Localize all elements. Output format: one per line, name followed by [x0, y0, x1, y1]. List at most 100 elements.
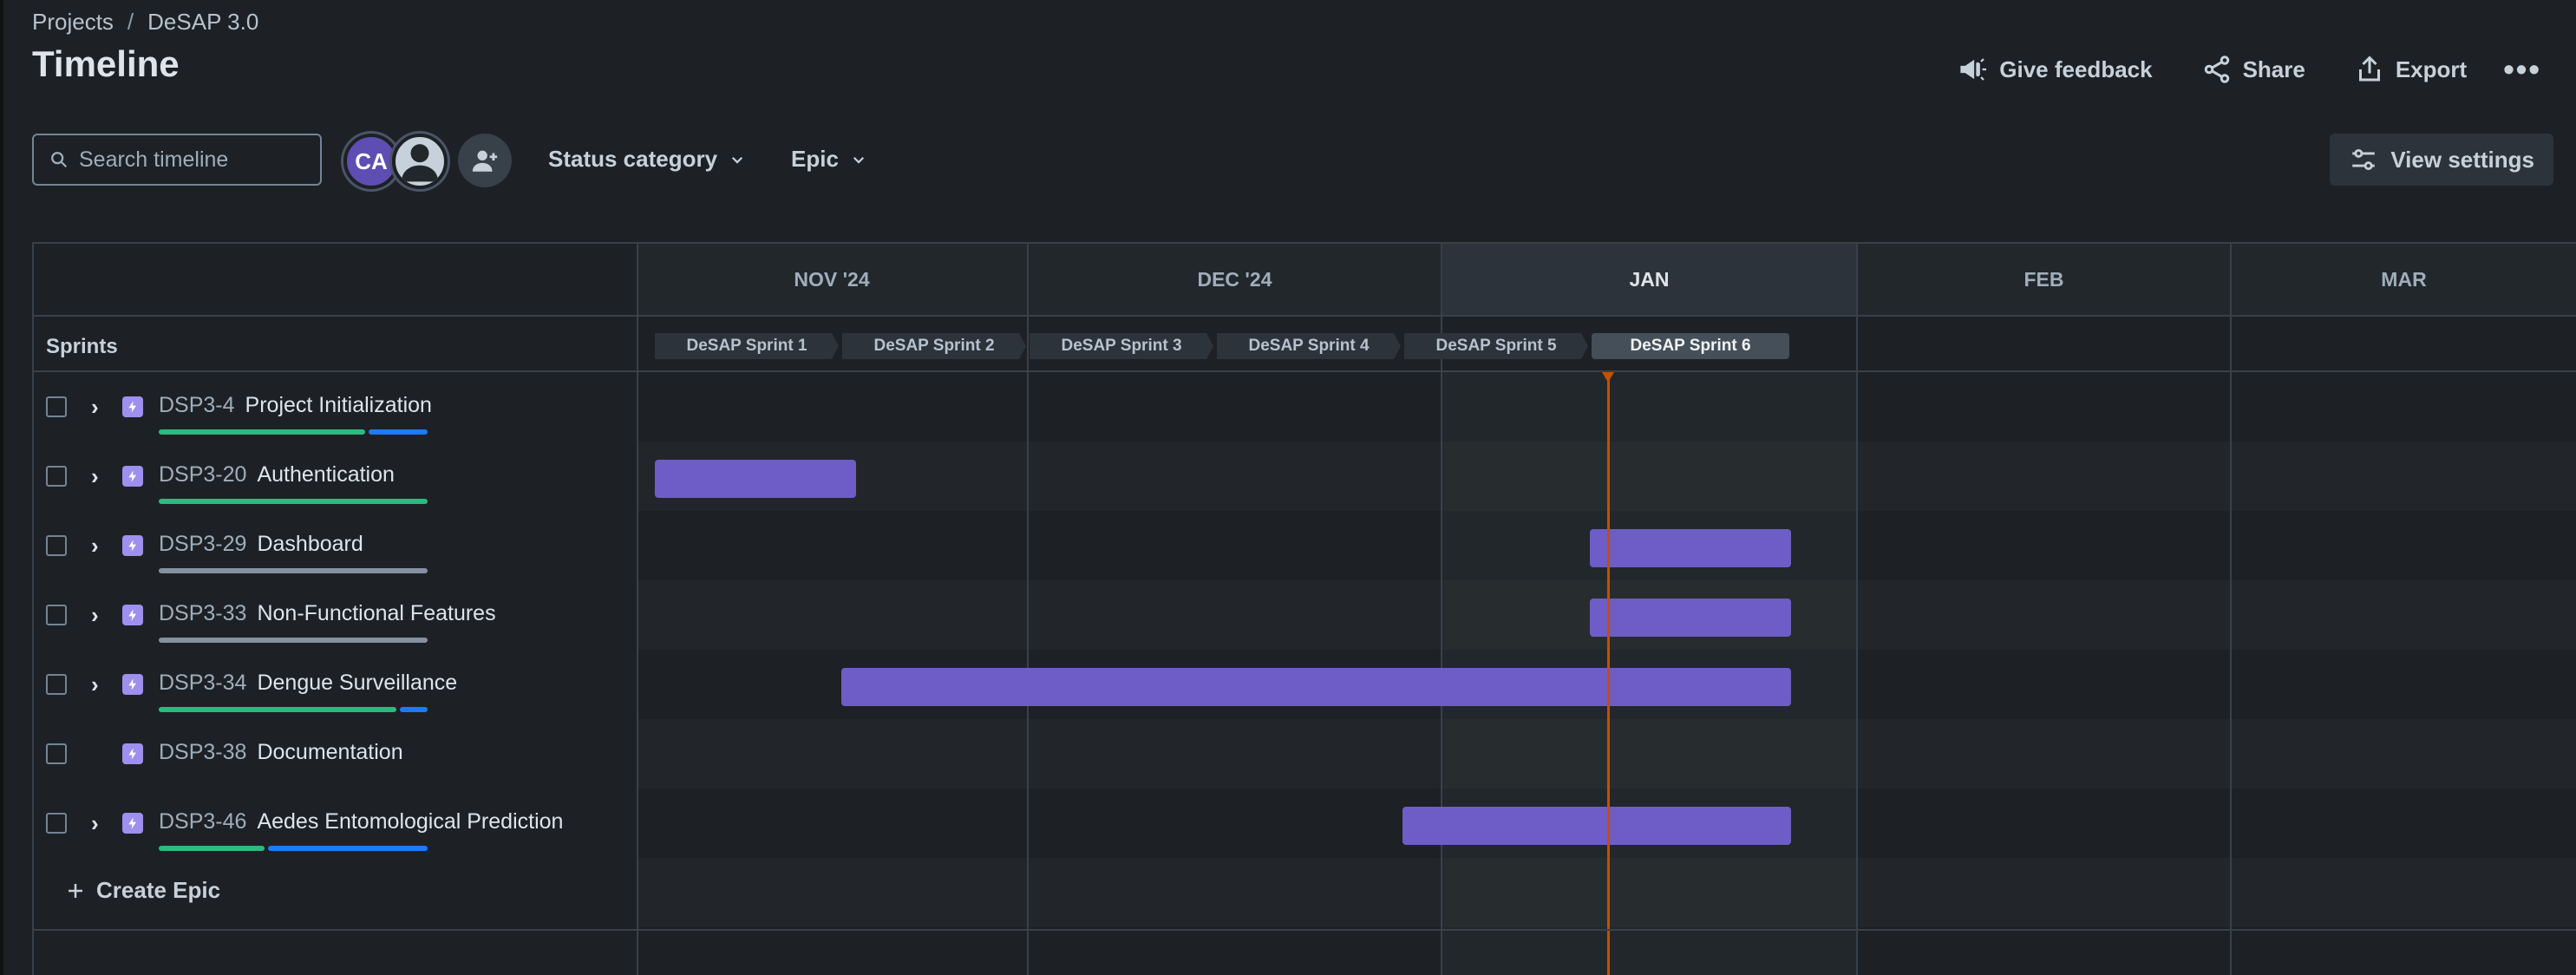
sprint-chip[interactable]: DeSAP Sprint 5 — [1404, 333, 1588, 359]
epic-title: Documentation — [257, 740, 403, 764]
row-checkbox[interactable] — [46, 466, 67, 487]
avatar-ca[interactable]: CA — [343, 134, 399, 189]
window-edge — [0, 0, 3, 975]
share-icon — [2204, 56, 2229, 83]
row-checkbox[interactable] — [46, 396, 67, 417]
status-category-filter[interactable]: Status category — [548, 146, 745, 173]
epic-progress — [159, 846, 428, 851]
row-checkbox[interactable] — [46, 813, 67, 834]
row-checkbox[interactable] — [46, 535, 67, 556]
epic-progress — [159, 429, 428, 435]
epic-title: Aedes Entomological Prediction — [257, 809, 564, 834]
epic-bar-non-functional[interactable] — [1590, 599, 1791, 637]
view-settings-button[interactable]: View settings — [2330, 134, 2553, 186]
epic-bar-authentication[interactable] — [655, 460, 856, 498]
epic-filter[interactable]: Epic — [791, 146, 866, 173]
search-timeline-field[interactable] — [32, 134, 322, 186]
epic-bar-dashboard[interactable] — [1590, 529, 1791, 567]
epic-key: DSP3-46 — [159, 809, 247, 834]
epic-title: Project Initialization — [245, 393, 432, 417]
epic-title: Dashboard — [257, 532, 363, 556]
epic-key: DSP3-29 — [159, 532, 247, 556]
export-label: Export — [2395, 56, 2468, 82]
breadcrumb-projects[interactable]: Projects — [32, 9, 114, 36]
divider — [1856, 244, 1858, 975]
epic-label[interactable]: DSP3-4 Project Initialization — [159, 393, 432, 418]
epic-label[interactable]: DSP3-20 Authentication — [159, 462, 395, 488]
create-epic-button[interactable]: Create Epic — [65, 877, 220, 904]
epic-progress — [159, 499, 428, 504]
give-feedback-label: Give feedback — [1999, 56, 2153, 82]
epic-lightning-icon — [122, 674, 143, 695]
epic-key: DSP3-20 — [159, 462, 247, 487]
left-header — [34, 244, 637, 317]
month-nov: NOV '24 — [637, 244, 1029, 317]
epic-lightning-icon — [122, 396, 143, 417]
search-icon — [51, 152, 68, 168]
epic-title: Authentication — [257, 462, 395, 487]
epic-label[interactable]: DSP3-29 Dashboard — [159, 532, 363, 557]
epic-progress — [159, 638, 428, 643]
epic-row[interactable]: › DSP3-29 Dashboard — [34, 511, 637, 580]
megaphone-icon — [1960, 58, 1987, 81]
epic-row[interactable]: DSP3-38 Documentation — [34, 719, 637, 789]
epic-row[interactable]: › DSP3-33 Non-Functional Features — [34, 580, 637, 650]
chevron-right-icon[interactable]: › — [91, 533, 99, 559]
share-button[interactable]: Share — [2177, 47, 2330, 92]
epic-row[interactable]: › DSP3-46 Aedes Entomological Prediction — [34, 789, 637, 858]
add-person-icon — [472, 150, 498, 172]
epic-row[interactable]: › DSP3-4 Project Initialization — [34, 372, 637, 442]
chevron-right-icon[interactable]: › — [91, 602, 99, 629]
epic-key: DSP3-33 — [159, 601, 247, 625]
row-checkbox[interactable] — [46, 674, 67, 695]
add-people-button[interactable] — [458, 134, 512, 187]
epic-title: Dengue Surveillance — [257, 671, 458, 695]
epic-row[interactable]: › DSP3-20 Authentication — [34, 442, 637, 511]
chevron-right-icon[interactable]: › — [91, 463, 99, 490]
epic-label[interactable]: DSP3-38 Documentation — [159, 740, 403, 765]
epic-lightning-icon — [122, 813, 143, 834]
search-input[interactable] — [79, 147, 313, 173]
more-actions-button[interactable]: ••• — [2491, 51, 2553, 88]
month-mar: MAR — [2232, 244, 2576, 317]
divider — [34, 929, 2576, 931]
month-feb: FEB — [1858, 244, 2232, 317]
epic-lightning-icon — [122, 535, 143, 556]
chevron-right-icon[interactable]: › — [91, 810, 99, 837]
epic-lightning-icon — [122, 605, 143, 625]
give-feedback-button[interactable]: Give feedback — [1933, 47, 2176, 92]
sprint-chip[interactable]: DeSAP Sprint 3 — [1030, 333, 1213, 359]
epic-row[interactable]: › DSP3-34 Dengue Surveillance — [34, 650, 637, 719]
sprints-label: Sprints — [46, 335, 118, 358]
epic-key: DSP3-38 — [159, 740, 247, 764]
row-checkbox[interactable] — [46, 605, 67, 625]
chevron-down-icon — [732, 156, 743, 164]
epic-progress — [159, 707, 428, 712]
avatar-user[interactable] — [392, 134, 448, 189]
row-checkbox[interactable] — [46, 743, 67, 764]
epic-key: DSP3-4 — [159, 393, 235, 417]
create-epic-label: Create Epic — [96, 877, 221, 903]
epic-filter-label: Epic — [791, 146, 839, 172]
export-icon — [2358, 56, 2380, 82]
epic-lightning-icon — [122, 743, 143, 764]
epic-bar-aedes-prediction[interactable] — [1402, 807, 1791, 845]
epic-label[interactable]: DSP3-33 Non-Functional Features — [159, 601, 496, 626]
sprint-chip-active[interactable]: DeSAP Sprint 6 — [1592, 333, 1789, 359]
sprint-chip[interactable]: DeSAP Sprint 2 — [842, 333, 1026, 359]
sprint-chip[interactable]: DeSAP Sprint 4 — [1217, 333, 1401, 359]
epic-bar-dengue-surveillance[interactable] — [841, 668, 1791, 706]
plus-icon — [69, 883, 82, 898]
epic-label[interactable]: DSP3-34 Dengue Surveillance — [159, 671, 457, 696]
epic-label[interactable]: DSP3-46 Aedes Entomological Prediction — [159, 809, 563, 834]
epic-progress — [159, 568, 428, 573]
epic-title: Non-Functional Features — [257, 601, 496, 625]
timeline-grid: NOV '24 DEC '24 JAN FEB MAR Sprints DeSA… — [32, 242, 2576, 975]
chevron-right-icon[interactable]: › — [91, 394, 99, 421]
breadcrumb: Projects / DeSAP 3.0 — [32, 9, 258, 36]
divider — [2230, 244, 2232, 975]
breadcrumb-project[interactable]: DeSAP 3.0 — [147, 9, 258, 36]
export-button[interactable]: Export — [2330, 47, 2491, 92]
chevron-right-icon[interactable]: › — [91, 671, 99, 698]
sprint-chip[interactable]: DeSAP Sprint 1 — [655, 333, 839, 359]
